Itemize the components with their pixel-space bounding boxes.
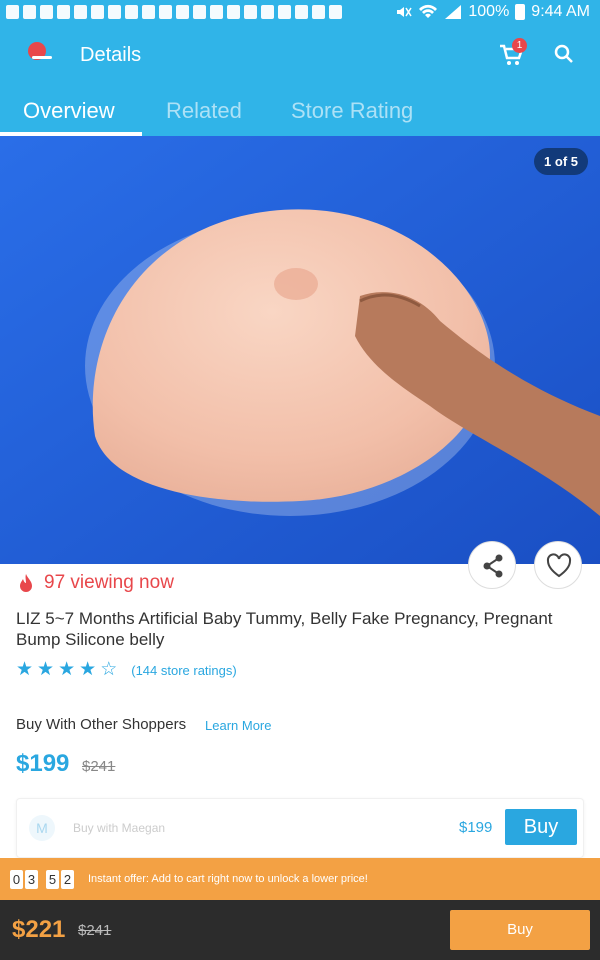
- notification-icon: [227, 5, 240, 19]
- share-icon: [483, 554, 503, 578]
- notification-icon: [312, 5, 325, 19]
- notification-icon: [125, 5, 138, 19]
- notification-icon: [176, 5, 189, 19]
- tab-related[interactable]: Related: [166, 98, 242, 124]
- tab-store-rating[interactable]: Store Rating: [291, 98, 413, 124]
- back-arrow-icon: [32, 56, 52, 59]
- wifi-icon: [419, 4, 438, 18]
- back-button[interactable]: [26, 42, 56, 70]
- rating-count[interactable]: (144 store ratings): [131, 663, 237, 678]
- group-buy-price: $199: [16, 750, 70, 777]
- final-price: $221: [12, 916, 66, 943]
- notification-icon: [74, 5, 87, 19]
- cart-count-badge: 1: [512, 38, 527, 53]
- shopper-card: M Buy with Maegan $199 Buy: [16, 798, 584, 858]
- instant-offer-bar: 0 3 5 2 Instant offer: Add to cart right…: [0, 858, 600, 900]
- notification-icon: [108, 5, 121, 19]
- notification-icon: [210, 5, 223, 19]
- wishlist-button[interactable]: [534, 541, 582, 589]
- star-filled-icon: ★: [16, 659, 34, 680]
- store-rating[interactable]: ★ ★ ★ ★ ☆ (144 store ratings): [16, 660, 237, 680]
- signal-icon: [445, 5, 462, 19]
- mute-icon: [397, 7, 413, 17]
- share-button[interactable]: [468, 541, 516, 589]
- product-photo: [0, 136, 600, 564]
- clock: 9:44 AM: [531, 3, 590, 20]
- notification-icon: [91, 5, 104, 19]
- group-buy-heading: Buy With Other Shoppers: [16, 716, 187, 733]
- notification-icon: [193, 5, 206, 19]
- star-empty-icon: ☆: [100, 659, 118, 680]
- countdown-timer: 0 3 5 2: [10, 870, 74, 889]
- notification-icon: [244, 5, 257, 19]
- page-title: Details: [80, 44, 142, 66]
- cart-button[interactable]: 1: [498, 38, 528, 72]
- star-filled-icon: ★: [58, 659, 76, 680]
- status-indicators: 100% 9:44 AM: [394, 3, 590, 21]
- timer-digit: 0: [10, 870, 23, 889]
- notification-icon: [23, 5, 36, 19]
- status-bar: 100% 9:44 AM: [0, 0, 600, 26]
- group-buy-original-price: $241: [82, 758, 116, 775]
- shopper-label: Buy with Maegan: [73, 821, 166, 835]
- offer-text: Instant offer: Add to cart right now to …: [88, 873, 368, 885]
- product-image[interactable]: 1 of 5: [0, 136, 600, 564]
- notification-icon: [329, 5, 342, 19]
- product-title: LIZ 5~7 Months Artificial Baby Tummy, Be…: [16, 609, 553, 649]
- search-button[interactable]: [552, 42, 580, 70]
- star-filled-icon: ★: [37, 659, 55, 680]
- avatar: M: [29, 815, 55, 841]
- timer-digit: 5: [46, 870, 59, 889]
- tab-overview[interactable]: Overview: [23, 98, 115, 124]
- notification-icon: [295, 5, 308, 19]
- notification-icon: [261, 5, 274, 19]
- app-bar: Details 1: [0, 26, 600, 86]
- star-filled-icon: ★: [79, 659, 97, 680]
- search-icon: [554, 44, 573, 63]
- timer-digit: 2: [61, 870, 74, 889]
- image-counter: 1 of 5: [534, 148, 588, 175]
- notification-icon: [57, 5, 70, 19]
- bottom-bar: $221 $241 Buy: [0, 900, 600, 960]
- timer-digit: 3: [25, 870, 38, 889]
- learn-more-link[interactable]: Learn More: [205, 718, 271, 733]
- final-original-price: $241: [78, 922, 112, 939]
- battery-icon: [515, 4, 526, 20]
- notification-icons: [6, 5, 342, 19]
- notification-icon: [159, 5, 172, 19]
- notification-icon: [142, 5, 155, 19]
- battery-percent: 100%: [468, 3, 510, 20]
- viewing-count-text: 97 viewing now: [44, 572, 174, 593]
- viewing-now: 97 viewing now: [18, 572, 174, 594]
- notification-icon: [40, 5, 53, 19]
- notification-icon: [6, 5, 19, 19]
- buy-with-shopper-button[interactable]: Buy: [505, 809, 577, 845]
- buy-button[interactable]: Buy: [450, 910, 590, 950]
- flame-icon: [20, 574, 32, 592]
- tab-bar: Overview Related Store Rating: [0, 86, 600, 136]
- shopper-price: $199: [459, 819, 493, 836]
- notification-icon: [278, 5, 291, 19]
- heart-icon: [546, 553, 572, 578]
